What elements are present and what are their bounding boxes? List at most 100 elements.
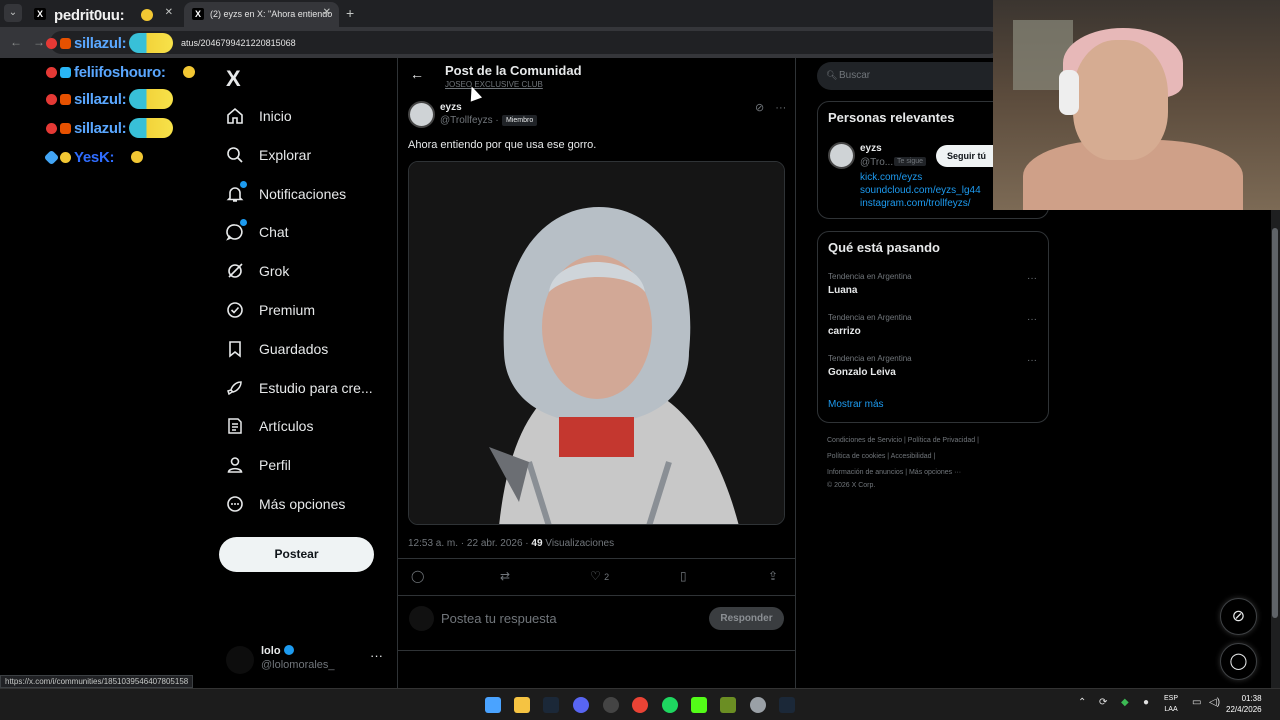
browser-tab-2-active[interactable]: X (2) eyzs en X: "Ahora entiendo ✕ [184, 2, 339, 27]
scrollbar-thumb[interactable] [1272, 228, 1278, 618]
steam-icon[interactable] [543, 697, 559, 713]
relevant-handle[interactable]: @Tro... [860, 157, 893, 168]
app-icon[interactable] [750, 697, 766, 713]
nav-label: Estudio para cre... [259, 380, 373, 396]
nav-item-estudio[interactable]: Estudio para cre... [225, 373, 373, 403]
link-preview-status: https://x.com/i/communities/185103954640… [0, 675, 194, 688]
post-timestamp[interactable]: 12:53 a. m. · 22 abr. 2026 · [408, 538, 529, 549]
system-clock[interactable]: 01:38 22/4/2026 [1226, 693, 1262, 715]
nav-label: Guardados [259, 341, 329, 357]
file-explorer-icon[interactable] [514, 697, 530, 713]
post-video[interactable] [408, 161, 785, 525]
chat-username: YesK: [74, 148, 115, 166]
nav-item-grok[interactable]: Grok [225, 256, 289, 286]
emote-icon [129, 89, 174, 109]
trend-more-icon[interactable]: ··· [1027, 314, 1037, 325]
tab-close-icon[interactable]: ✕ [323, 7, 331, 18]
messages-fab-icon[interactable]: ◯ [1220, 643, 1257, 680]
app-icon[interactable] [720, 697, 736, 713]
nav-label: Explorar [259, 147, 312, 163]
bookmark-icon[interactable]: ▯ [680, 569, 687, 583]
nav-item-perfil[interactable]: Perfil [225, 450, 291, 480]
show-more-link[interactable]: Mostrar más [828, 399, 884, 410]
bookmark-icon [225, 339, 245, 359]
grok-icon[interactable]: ⊘ [755, 102, 764, 114]
discord-icon[interactable] [573, 697, 589, 713]
author-name[interactable]: eyzs [440, 102, 462, 113]
back-nav-icon[interactable]: ← [10, 35, 22, 49]
trend-name[interactable]: Luana [828, 285, 857, 296]
author-handle[interactable]: @Trollfeyzs · [440, 115, 499, 126]
avatar[interactable] [226, 646, 254, 674]
nav-label: Más opciones [259, 496, 346, 512]
steam-icon[interactable] [779, 697, 795, 713]
badge-icon [46, 122, 57, 134]
search-icon [225, 145, 245, 165]
footer-links[interactable]: Información de anuncios | Más opciones ·… [827, 469, 961, 476]
tab-search-button[interactable]: ⌄ [4, 4, 22, 22]
nav-item-mas-opciones[interactable]: Más opciones [225, 489, 345, 519]
bio-link[interactable]: soundcloud.com/eyzs_lg44 [860, 185, 981, 196]
tray-mic-icon[interactable]: ● [1143, 697, 1149, 708]
network-icon[interactable]: ▭ [1192, 697, 1201, 708]
x-logo-icon[interactable]: X [226, 66, 241, 92]
account-name[interactable]: lolo [261, 645, 294, 657]
windows-taskbar: ⌃ ⟳ ◆ ● ESP LAA ▭ ◁) 01:38 22/4/2026 [0, 688, 1280, 720]
input-language[interactable]: ESP LAA [1164, 693, 1178, 715]
nav-item-guardados[interactable]: Guardados [225, 334, 328, 364]
nav-item-chat[interactable]: Chat [225, 217, 289, 247]
repost-icon[interactable]: ⇄ [500, 569, 510, 583]
back-arrow-icon[interactable]: ← [410, 66, 424, 82]
trend-more-icon[interactable]: ··· [1027, 355, 1037, 366]
nav-item-inicio[interactable]: Inicio [225, 101, 292, 131]
premium-icon [225, 300, 245, 320]
new-tab-button[interactable]: + [346, 5, 354, 21]
footer-links[interactable]: Condiciones de Servicio | Política de Pr… [827, 437, 979, 444]
trend-category: Tendencia en Argentina [828, 272, 912, 281]
responder-button[interactable]: Responder [709, 607, 784, 630]
trend-name[interactable]: Gonzalo Leiva [828, 367, 896, 378]
badge-icon [60, 37, 71, 49]
forward-nav-icon[interactable]: → [33, 35, 45, 49]
postear-button[interactable]: Postear [219, 537, 374, 572]
person-icon [225, 455, 245, 475]
kick-icon[interactable] [691, 697, 707, 713]
tray-shield-icon[interactable]: ◆ [1121, 697, 1129, 708]
nav-item-explorar[interactable]: Explorar [225, 140, 311, 170]
obs-icon[interactable] [603, 697, 619, 713]
bio-link[interactable]: instagram.com/trollfeyzs/ [860, 198, 971, 209]
emote-icon [129, 118, 174, 138]
author-avatar[interactable] [408, 101, 435, 128]
share-icon[interactable]: ⇪ [768, 569, 778, 583]
follows-you-badge: Te sigue [894, 157, 927, 166]
nav-item-articulos[interactable]: Artículos [225, 411, 313, 441]
like-button[interactable]: ♡ 2 [590, 569, 609, 583]
search-input[interactable]: Buscar [817, 62, 1017, 90]
trend-more-icon[interactable]: ··· [1027, 273, 1037, 284]
tray-chevron-icon[interactable]: ⌃ [1078, 697, 1086, 708]
divider [398, 650, 795, 651]
reply-input[interactable]: Postea tu respuesta [441, 611, 557, 626]
tab-close-icon[interactable]: ✕ [165, 7, 173, 18]
heart-icon: ♡ [590, 569, 601, 583]
nav-item-premium[interactable]: Premium [225, 295, 315, 325]
community-link[interactable]: JOSEO EXCLUSIVE CLUB [445, 80, 543, 89]
account-more-icon[interactable]: ··· [370, 648, 383, 663]
trend-name[interactable]: carrizo [828, 326, 861, 337]
footer-links[interactable]: Política de cookies | Accesibilidad | [827, 453, 935, 460]
like-count: 2 [604, 572, 610, 582]
post-more-icon[interactable]: ··· [775, 102, 786, 114]
avatar[interactable] [828, 142, 855, 169]
tray-app-icon[interactable]: ⟳ [1099, 697, 1107, 708]
bio-link[interactable]: kick.com/eyzs [860, 172, 922, 183]
nav-item-notificaciones[interactable]: Notificaciones [225, 179, 346, 209]
grok-fab-icon[interactable]: ⊘ [1220, 598, 1257, 635]
reply-icon[interactable]: ◯ [411, 569, 424, 583]
relevant-name[interactable]: eyzs [860, 143, 882, 154]
chrome-icon[interactable] [632, 697, 648, 713]
chat-username: pedrit0uu: [54, 6, 125, 24]
windows-start-icon[interactable] [485, 697, 501, 713]
volume-icon[interactable]: ◁) [1209, 697, 1220, 708]
nav-label: Premium [259, 302, 316, 318]
spotify-icon[interactable] [662, 697, 678, 713]
